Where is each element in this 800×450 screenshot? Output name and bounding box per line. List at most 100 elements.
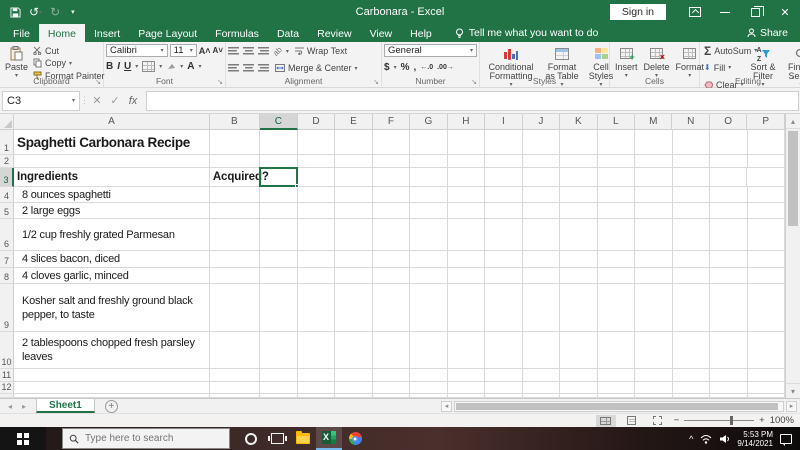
cell-O12[interactable] (710, 382, 748, 394)
italic-button[interactable]: I (117, 61, 120, 72)
file-explorer-button[interactable] (290, 427, 316, 450)
cell-D4[interactable] (297, 187, 336, 203)
cell-N9[interactable] (672, 284, 711, 332)
cell-N2[interactable] (672, 155, 711, 168)
horizontal-scrollbar[interactable]: ◂ ▸ (441, 399, 800, 413)
cell-E4[interactable] (335, 187, 373, 203)
tab-home[interactable]: Home (38, 24, 85, 42)
cell-G11[interactable] (410, 369, 448, 382)
cell-G1[interactable] (410, 130, 448, 155)
cell-B2[interactable] (209, 155, 260, 168)
tab-view[interactable]: View (361, 24, 402, 42)
tab-file[interactable]: File (4, 24, 39, 42)
column-header-P[interactable]: P (747, 114, 785, 130)
cell-A4[interactable]: 8 ounces spaghetti (13, 187, 210, 203)
cell-M2[interactable] (635, 155, 673, 168)
row-header-12[interactable]: 12 (0, 382, 14, 394)
taskbar-search[interactable] (62, 428, 230, 449)
cell-I2[interactable] (485, 155, 523, 168)
cell-H4[interactable] (447, 187, 486, 203)
row-header-4[interactable]: 4 (0, 187, 14, 203)
cell-E2[interactable] (335, 155, 373, 168)
cell-F10[interactable] (372, 332, 411, 369)
cell-L7[interactable] (597, 251, 636, 268)
cortana-button[interactable] (238, 427, 264, 450)
cell-M11[interactable] (635, 369, 673, 382)
cell-M12[interactable] (635, 382, 673, 394)
cell-F6[interactable] (372, 219, 411, 251)
cell-E7[interactable] (335, 251, 373, 268)
cell-I12[interactable] (485, 382, 523, 394)
scroll-right-icon[interactable]: ▸ (786, 400, 797, 412)
column-header-F[interactable]: F (372, 114, 411, 130)
cell-C6[interactable] (259, 219, 298, 251)
cell-C4[interactable] (259, 187, 298, 203)
cell-B12[interactable] (209, 382, 260, 394)
cell-A12[interactable] (13, 382, 210, 394)
cell-J1[interactable] (522, 130, 561, 155)
hidden-icons-chevron[interactable]: ^ (689, 434, 693, 444)
cell-C5[interactable] (259, 203, 298, 219)
cell-D12[interactable] (297, 382, 336, 394)
cell-E8[interactable] (335, 268, 373, 284)
cell-C12[interactable] (259, 382, 298, 394)
cell-F8[interactable] (372, 268, 411, 284)
cell-N6[interactable] (672, 219, 711, 251)
share-button[interactable]: Share (747, 24, 800, 42)
select-all-button[interactable] (0, 114, 14, 130)
cell-F11[interactable] (372, 369, 411, 382)
alignment-dialog-launcher[interactable]: ↘ (373, 78, 379, 86)
column-header-N[interactable]: N (672, 114, 710, 130)
cell-J9[interactable] (522, 284, 561, 332)
column-header-B[interactable]: B (209, 114, 260, 130)
cell-I9[interactable] (485, 284, 523, 332)
excel-taskbar-button[interactable] (316, 427, 342, 450)
save-icon[interactable] (10, 6, 21, 18)
cell-D10[interactable] (297, 332, 336, 369)
cell-C1[interactable] (259, 130, 298, 155)
undo-icon[interactable]: ↺ ▾ (29, 5, 42, 19)
cell-M5[interactable] (635, 203, 673, 219)
cell-F2[interactable] (372, 155, 411, 168)
prev-sheet-icon[interactable]: ◂ (8, 402, 12, 411)
cell-G10[interactable] (410, 332, 448, 369)
restore-button[interactable] (740, 0, 770, 24)
cell-K10[interactable] (560, 332, 598, 369)
cell-F5[interactable] (372, 203, 411, 219)
bold-button[interactable]: B (106, 61, 113, 72)
cell-A3[interactable]: Ingredients (13, 168, 210, 187)
cell-A9[interactable]: Kosher salt and freshly ground black pep… (13, 284, 210, 332)
cell-I8[interactable] (485, 268, 523, 284)
orientation-icon[interactable]: ab (271, 45, 284, 58)
cell-H2[interactable] (447, 155, 486, 168)
decrease-font-icon[interactable]: A˅ (213, 46, 223, 55)
cell-N4[interactable] (672, 187, 711, 203)
sign-in-button[interactable]: Sign in (609, 4, 666, 20)
chrome-taskbar-button[interactable] (342, 427, 368, 450)
cell-J11[interactable] (522, 369, 561, 382)
align-bottom-icon[interactable] (258, 47, 269, 55)
cell-J6[interactable] (522, 219, 561, 251)
cancel-entry-icon[interactable]: ✕ (88, 94, 106, 107)
cell-E1[interactable] (335, 130, 373, 155)
network-icon[interactable] (700, 434, 712, 444)
cell-B6[interactable] (209, 219, 260, 251)
cell-J4[interactable] (522, 187, 561, 203)
cell-B8[interactable] (209, 268, 260, 284)
cell-E6[interactable] (335, 219, 373, 251)
column-header-I[interactable]: I (485, 114, 523, 130)
tab-insert[interactable]: Insert (85, 24, 129, 42)
number-format-select[interactable]: General ▾ (384, 44, 477, 57)
cell-A10[interactable]: 2 tablespoons chopped fresh parsley leav… (13, 332, 210, 369)
borders-icon[interactable] (142, 60, 156, 72)
align-center-icon[interactable] (243, 64, 254, 72)
autosum-button[interactable]: Σ AutoSum ▾ (702, 45, 757, 57)
cell-E9[interactable] (335, 284, 373, 332)
cell-J12[interactable] (522, 382, 561, 394)
cell-A11[interactable] (13, 369, 210, 382)
fill-handle[interactable] (295, 184, 299, 188)
enter-entry-icon[interactable]: ✓ (106, 94, 124, 107)
cell-D5[interactable] (297, 203, 336, 219)
cell-H6[interactable] (447, 219, 486, 251)
cell-O1[interactable] (710, 130, 748, 155)
